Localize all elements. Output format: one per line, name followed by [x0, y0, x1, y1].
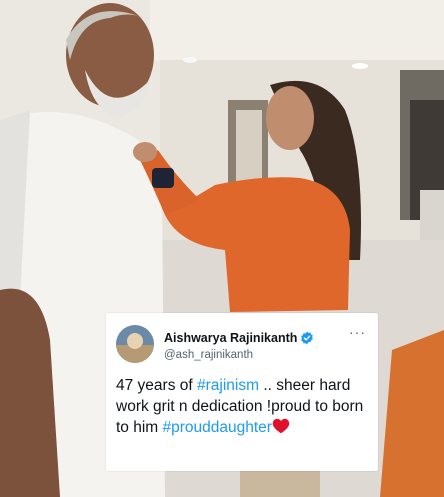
tweet-text: 47 years of #rajinism .. sheer hard work… — [116, 375, 368, 438]
hashtag-link[interactable]: #prouddaughter — [163, 419, 272, 436]
verified-badge-icon — [300, 331, 314, 345]
red-heart-icon — [272, 418, 290, 434]
tweet-header: Aishwarya Rajinikanth @ash_rajinikanth ·… — [116, 323, 368, 369]
more-options-icon[interactable]: ··· — [349, 325, 366, 339]
avatar-image — [116, 325, 154, 363]
tweet-text-part: 47 years of — [116, 377, 197, 394]
avatar[interactable] — [116, 325, 154, 363]
hashtag-link[interactable]: #rajinism — [197, 377, 259, 394]
tweet-card[interactable]: Aishwarya Rajinikanth @ash_rajinikanth ·… — [106, 313, 378, 471]
handle[interactable]: @ash_rajinikanth — [164, 349, 253, 361]
name-row: Aishwarya Rajinikanth — [164, 331, 314, 345]
display-name[interactable]: Aishwarya Rajinikanth — [164, 331, 297, 345]
